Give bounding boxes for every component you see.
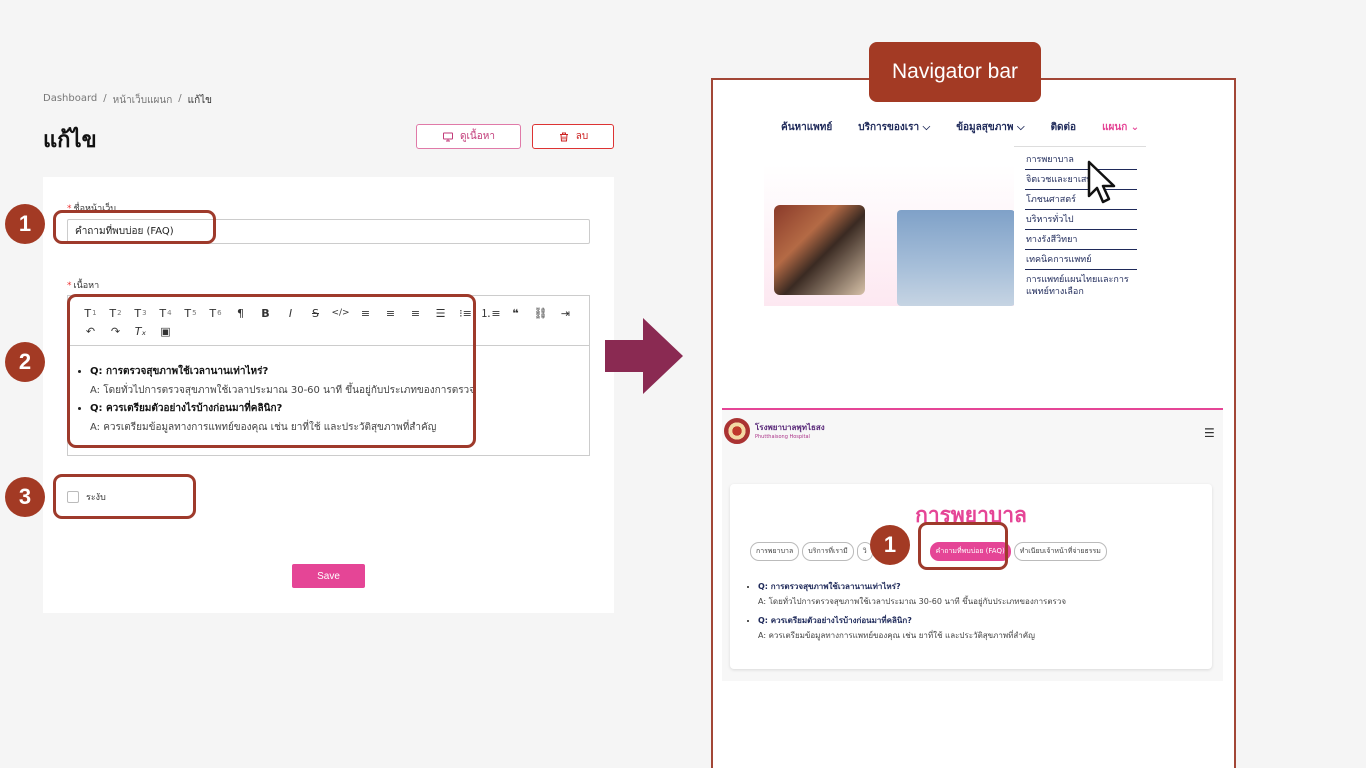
list-item: Q: การตรวจสุขภาพใช้เวลานานเท่าไหร่? A: โ… <box>758 580 1066 608</box>
step-badge-3: 3 <box>5 477 45 517</box>
dropdown-item-psychiatry[interactable]: จิตเวชและยาเสพติด <box>1025 170 1137 190</box>
breadcrumb-separator: / <box>103 93 107 104</box>
breadcrumb-dashboard[interactable]: Dashboard <box>43 93 97 108</box>
delete-label: ลบ <box>575 131 589 142</box>
save-button[interactable]: Save <box>292 564 365 588</box>
delete-button[interactable]: ลบ <box>532 124 614 149</box>
highlight-editor <box>67 294 476 448</box>
view-content-label: ดูเนื้อหา <box>460 131 495 142</box>
hero-photo-sky <box>897 210 1015 306</box>
list-item: Q: ควรเตรียมตัวอย่างไรบ้างก่อนมาที่คลินิ… <box>758 614 1066 642</box>
hospital-name: โรงพยาบาลพุทไธสง <box>755 423 825 432</box>
dropdown-item-medical-technology[interactable]: เทคนิคการแพทย์ <box>1025 250 1137 270</box>
hero-photo-hands <box>774 205 865 295</box>
tab-nursing[interactable]: การพยาบาล <box>750 542 800 561</box>
trash-icon <box>559 132 568 141</box>
breadcrumb-current: แก้ไข <box>187 95 213 106</box>
breadcrumb-separator: / <box>178 93 182 104</box>
faq-list: Q: การตรวจสุขภาพใช้เวลานานเท่าไหร่? A: โ… <box>748 580 1066 648</box>
hospital-subtitle: Phutthaisong Hospital <box>755 434 810 440</box>
tab-staff-directory[interactable]: ทำเนียบเจ้าหน้าที่จ่ายธรรม <box>1013 542 1107 561</box>
dropdown-item-nursing[interactable]: การพยาบาล <box>1025 150 1137 170</box>
faq-answer: A: ควรเตรียมข้อมูลทางการแพทย์ของคุณ เช่น… <box>758 631 1035 640</box>
numbered-list-icon[interactable]: ⒈≡ <box>478 304 503 322</box>
department-card: การพยาบาล การพยาบาล บริการที่เรามี วิ คำ… <box>730 484 1212 669</box>
step-badge-2: 2 <box>5 342 45 382</box>
dropdown-item-thai-medicine[interactable]: การแพทย์แผนไทยและการแพทย์ทางเลือก <box>1025 270 1137 301</box>
highlight-suspend <box>53 474 196 519</box>
highlight-page-name <box>53 210 216 244</box>
nav-contact[interactable]: ติดต่อ <box>1051 120 1077 135</box>
faq-question: Q: ควรเตรียมตัวอย่างไรบ้างก่อนมาที่คลินิ… <box>758 616 912 625</box>
nav-links: ค้นหาแพทย์ บริการของเรา ⌵ ข้อมูลสุขภาพ ⌵… <box>781 120 1139 135</box>
link-icon[interactable]: ⛓ <box>528 304 553 322</box>
nav-services[interactable]: บริการของเรา ⌵ <box>858 120 930 135</box>
view-content-button[interactable]: ดูเนื้อหา <box>416 124 521 149</box>
nav-health-info[interactable]: ข้อมูลสุขภาพ ⌵ <box>956 120 1024 135</box>
highlight-faq-tab <box>918 522 1008 570</box>
navigator-bar-tag: Navigator bar <box>869 42 1041 102</box>
monitor-icon <box>443 132 454 141</box>
nav-find-doctor[interactable]: ค้นหาแพทย์ <box>781 120 832 135</box>
arrow-right-icon <box>605 318 683 394</box>
step-badge-preview-1: 1 <box>870 525 910 565</box>
page-title: แก้ไข <box>43 128 97 153</box>
embed-icon[interactable]: ⇥ <box>553 304 578 322</box>
nav-departments[interactable]: แผนก ⌄ <box>1102 120 1139 135</box>
step-badge-1: 1 <box>5 204 45 244</box>
menu-icon[interactable]: ☰ <box>1204 426 1215 440</box>
tab-services[interactable]: บริการที่เรามี <box>802 542 854 561</box>
dropdown-item-radiology[interactable]: ทางรังสีวิทยา <box>1025 230 1137 250</box>
dropdown-item-administration[interactable]: บริหารทั่วไป <box>1025 210 1137 230</box>
dropdown-item-nutrition[interactable]: โภชนศาสตร์ <box>1025 190 1137 210</box>
department-dropdown: การพยาบาล จิตเวชและยาเสพติด โภชนศาสตร์ บ… <box>1014 146 1146 306</box>
mouse-cursor-icon <box>1087 160 1116 204</box>
breadcrumb-department-pages[interactable]: หน้าเว็บแผนก <box>113 93 173 108</box>
content-label: * เนื้อหา <box>67 281 100 291</box>
quote-icon[interactable]: ❝ <box>503 304 528 322</box>
breadcrumb: Dashboard / หน้าเว็บแผนก / แก้ไข <box>43 93 212 108</box>
faq-question: Q: การตรวจสุขภาพใช้เวลานานเท่าไหร่? <box>758 582 901 591</box>
faq-answer: A: โดยทั่วไปการตรวจสุขภาพใช้เวลาประมาณ 3… <box>758 597 1067 606</box>
hospital-logo <box>724 418 750 444</box>
